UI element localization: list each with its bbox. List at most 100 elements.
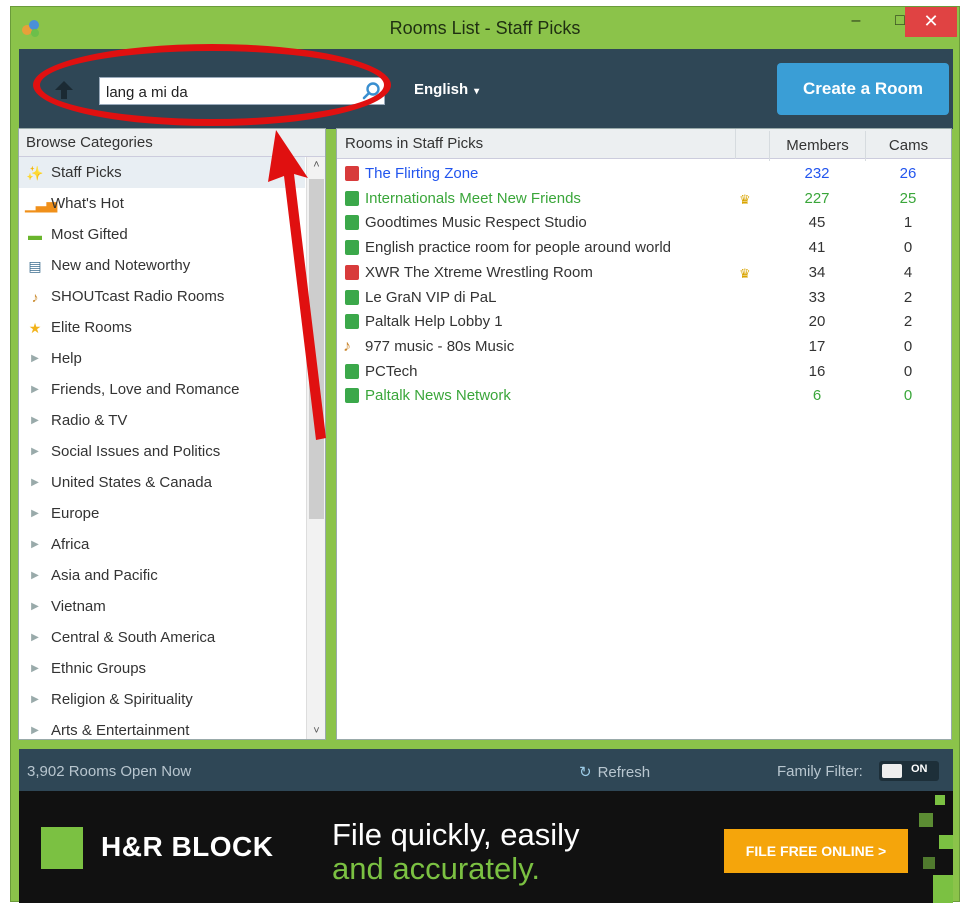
category-item[interactable]: ▶ Africa xyxy=(19,529,305,560)
room-cams: 25 xyxy=(899,189,917,207)
green-room-badge-icon xyxy=(345,190,359,206)
category-item[interactable]: ▶ Asia and Pacific xyxy=(19,560,305,591)
room-name: Goodtimes Music Respect Studio xyxy=(365,214,587,232)
expand-arrow-icon: ▶ xyxy=(31,384,39,395)
room-members: 41 xyxy=(808,239,826,257)
category-icon: ▁▃▅ xyxy=(25,195,58,212)
room-members: 16 xyxy=(808,362,826,380)
category-item[interactable]: ▶ Central & South America xyxy=(19,622,305,653)
scroll-down-icon[interactable]: ˅ xyxy=(307,725,325,737)
ad-headline-line2: and accurately. xyxy=(332,851,540,886)
category-label: Most Gifted xyxy=(51,226,128,243)
expand-arrow-icon: ▶ xyxy=(31,415,39,426)
ad-brand: H&R BLOCK xyxy=(101,831,274,862)
category-label: Africa xyxy=(51,536,90,553)
category-icon: ✨ xyxy=(26,164,44,181)
category-item[interactable]: ▶ Europe xyxy=(19,498,305,529)
room-cams: 0 xyxy=(903,239,913,257)
room-members: 20 xyxy=(808,313,826,331)
category-label: Social Issues and Politics xyxy=(51,443,221,460)
ad-cta-button[interactable]: FILE FREE ONLINE > xyxy=(724,829,908,873)
category-item[interactable]: ▶ Ethnic Groups xyxy=(19,653,305,684)
expand-arrow-icon: ▶ xyxy=(31,353,39,364)
room-row[interactable]: XWR The Xtreme Wrestling Room ♛ 34 4 xyxy=(337,262,951,286)
room-members: 17 xyxy=(808,337,826,355)
window-title: Rooms List - Staff Picks xyxy=(389,18,581,38)
expand-arrow-icon: ▶ xyxy=(31,477,39,488)
category-label: New and Noteworthy xyxy=(51,257,191,274)
room-name: English practice room for people around … xyxy=(365,239,671,257)
close-button[interactable]: ✕ xyxy=(905,7,957,37)
room-row[interactable]: ♪ 977 music - 80s Music 17 0 xyxy=(337,336,951,360)
room-members: 45 xyxy=(808,214,826,232)
column-header-members[interactable]: Members xyxy=(769,131,865,161)
language-dropdown[interactable]: English ▾ xyxy=(414,81,479,98)
create-room-button[interactable]: Create a Room xyxy=(777,63,949,115)
room-row[interactable]: English practice room for people around … xyxy=(337,237,951,261)
annotation-arrow xyxy=(268,130,326,440)
room-row[interactable]: Internationals Meet New Friends ♛ 227 25 xyxy=(337,188,951,212)
ad-decoration xyxy=(923,857,935,869)
room-row[interactable]: Paltalk Help Lobby 1 20 2 xyxy=(337,311,951,335)
column-header-cams[interactable]: Cams xyxy=(865,131,951,161)
category-label: SHOUTcast Radio Rooms xyxy=(51,288,225,305)
category-item[interactable]: ▶ Arts & Entertainment xyxy=(19,715,305,739)
expand-arrow-icon: ▶ xyxy=(31,694,39,705)
category-label: Radio & TV xyxy=(51,412,128,429)
room-members: 6 xyxy=(812,387,822,405)
family-filter-toggle[interactable]: ON xyxy=(879,761,939,781)
room-name: Paltalk News Network xyxy=(365,387,511,405)
expand-arrow-icon: ▶ xyxy=(31,570,39,581)
category-label: Friends, Love and Romance xyxy=(51,381,240,398)
room-cams: 0 xyxy=(903,362,913,380)
ad-decoration xyxy=(919,813,933,827)
green-room-badge-icon xyxy=(345,240,359,256)
family-filter-label: Family Filter: xyxy=(777,763,863,780)
room-row[interactable]: Le GraN VIP di PaL 33 2 xyxy=(337,287,951,311)
expand-arrow-icon: ▶ xyxy=(31,539,39,550)
room-row[interactable]: Paltalk News Network 6 0 xyxy=(337,385,951,409)
ad-headline-line1: File quickly, easily xyxy=(332,817,580,852)
title-bar[interactable]: Rooms List - Staff Picks – □ ✕ xyxy=(11,7,959,49)
toggle-state-label: ON xyxy=(911,763,928,775)
room-members: 227 xyxy=(804,189,830,207)
ad-banner[interactable]: H&R BLOCK File quickly, easily and accur… xyxy=(19,791,953,903)
category-icon: ★ xyxy=(28,319,42,336)
category-label: Staff Picks xyxy=(51,164,122,181)
green-room-badge-icon xyxy=(345,289,359,305)
room-row[interactable]: Goodtimes Music Respect Studio 45 1 xyxy=(337,212,951,236)
rooms-table-header: Rooms in Staff Picks Members Cams xyxy=(337,129,951,161)
column-header-badge xyxy=(735,129,769,159)
category-label: Help xyxy=(51,350,82,367)
category-icon: ▬ xyxy=(28,226,42,243)
room-members: 33 xyxy=(808,288,826,306)
room-cams: 0 xyxy=(903,337,913,355)
room-name: Le GraN VIP di PaL xyxy=(365,288,497,306)
column-header-rooms[interactable]: Rooms in Staff Picks xyxy=(337,129,735,159)
red-room-badge-icon xyxy=(345,264,359,280)
rooms-panel: Rooms in Staff Picks Members Cams The Fl… xyxy=(336,128,952,740)
room-cams: 1 xyxy=(903,214,913,232)
category-label: Asia and Pacific xyxy=(51,567,158,584)
room-row[interactable]: PCTech 16 0 xyxy=(337,361,951,385)
room-name: Internationals Meet New Friends xyxy=(365,189,581,207)
category-item[interactable]: ▶ Vietnam xyxy=(19,591,305,622)
refresh-label: Refresh xyxy=(597,764,651,781)
category-label: United States & Canada xyxy=(51,474,212,491)
minimize-button[interactable]: – xyxy=(833,7,879,37)
status-bar: 3,902 Rooms Open Now ↻ Refresh Family Fil… xyxy=(19,749,953,791)
refresh-button[interactable]: ↻ Refresh xyxy=(579,763,650,781)
room-row[interactable]: The Flirting Zone 232 26 xyxy=(337,163,951,187)
expand-arrow-icon: ▶ xyxy=(31,632,39,643)
category-item[interactable]: ▶ Religion & Spirituality xyxy=(19,684,305,715)
chevron-down-icon: ▾ xyxy=(474,86,480,97)
room-name: XWR The Xtreme Wrestling Room xyxy=(365,263,593,281)
category-label: Central & South America xyxy=(51,629,216,646)
category-item[interactable]: ▶ United States & Canada xyxy=(19,467,305,498)
green-room-badge-icon xyxy=(345,363,359,379)
ad-decoration xyxy=(935,795,945,805)
hr-block-logo-icon xyxy=(41,827,83,869)
room-cams: 2 xyxy=(903,288,913,306)
annotation-ellipse xyxy=(33,44,391,126)
category-label: Europe xyxy=(51,505,100,522)
